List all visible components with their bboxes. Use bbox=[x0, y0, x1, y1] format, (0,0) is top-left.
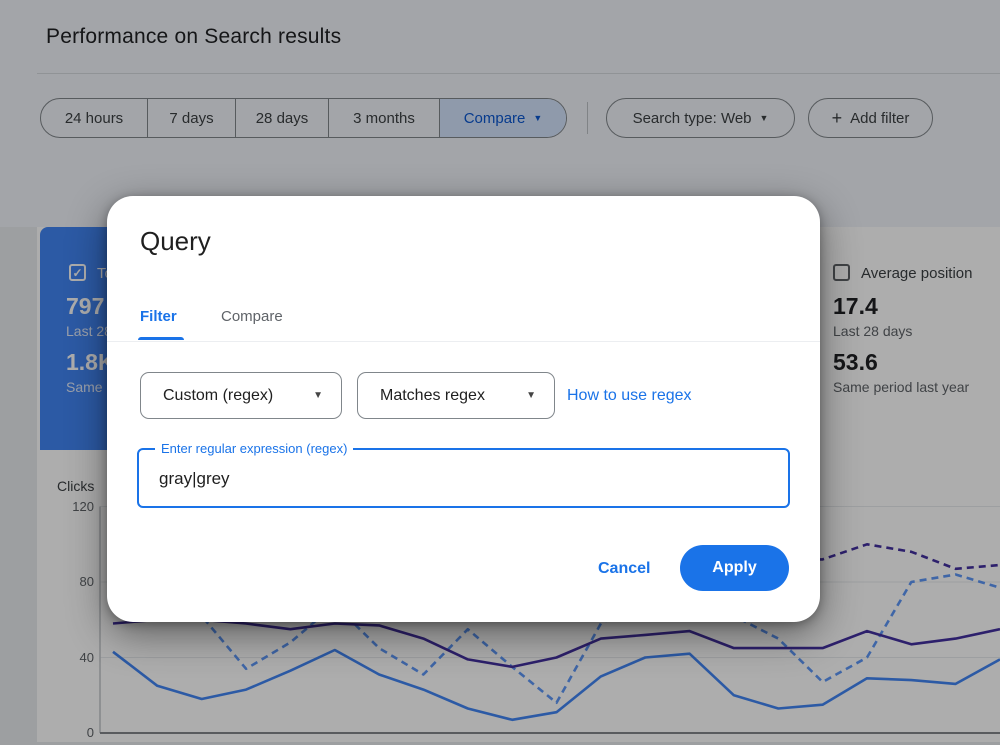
operator-dropdown[interactable]: Matches regex ▼ bbox=[357, 372, 555, 419]
apply-button[interactable]: Apply bbox=[680, 545, 789, 591]
tab-divider bbox=[107, 341, 820, 342]
tab-compare[interactable]: Compare bbox=[221, 308, 283, 325]
dialog-title: Query bbox=[140, 226, 211, 257]
tab-filter[interactable]: Filter bbox=[140, 308, 177, 325]
screen: Performance on Search results 24 hours 7… bbox=[0, 0, 1000, 745]
chevron-down-icon: ▼ bbox=[313, 391, 323, 401]
regex-help-link[interactable]: How to use regex bbox=[567, 387, 692, 405]
dimension-dropdown[interactable]: Custom (regex) ▼ bbox=[140, 372, 342, 419]
regex-input[interactable] bbox=[159, 464, 759, 494]
regex-input-label: Enter regular expression (regex) bbox=[155, 441, 353, 456]
query-filter-dialog: Query Filter Compare Custom (regex) ▼ Ma… bbox=[107, 196, 820, 622]
cancel-button[interactable]: Cancel bbox=[590, 556, 658, 582]
dimension-dropdown-value: Custom (regex) bbox=[163, 387, 273, 405]
operator-dropdown-value: Matches regex bbox=[380, 387, 485, 405]
regex-input-field: Enter regular expression (regex) bbox=[137, 448, 790, 508]
chevron-down-icon: ▼ bbox=[526, 391, 536, 401]
active-tab-indicator bbox=[138, 337, 184, 340]
